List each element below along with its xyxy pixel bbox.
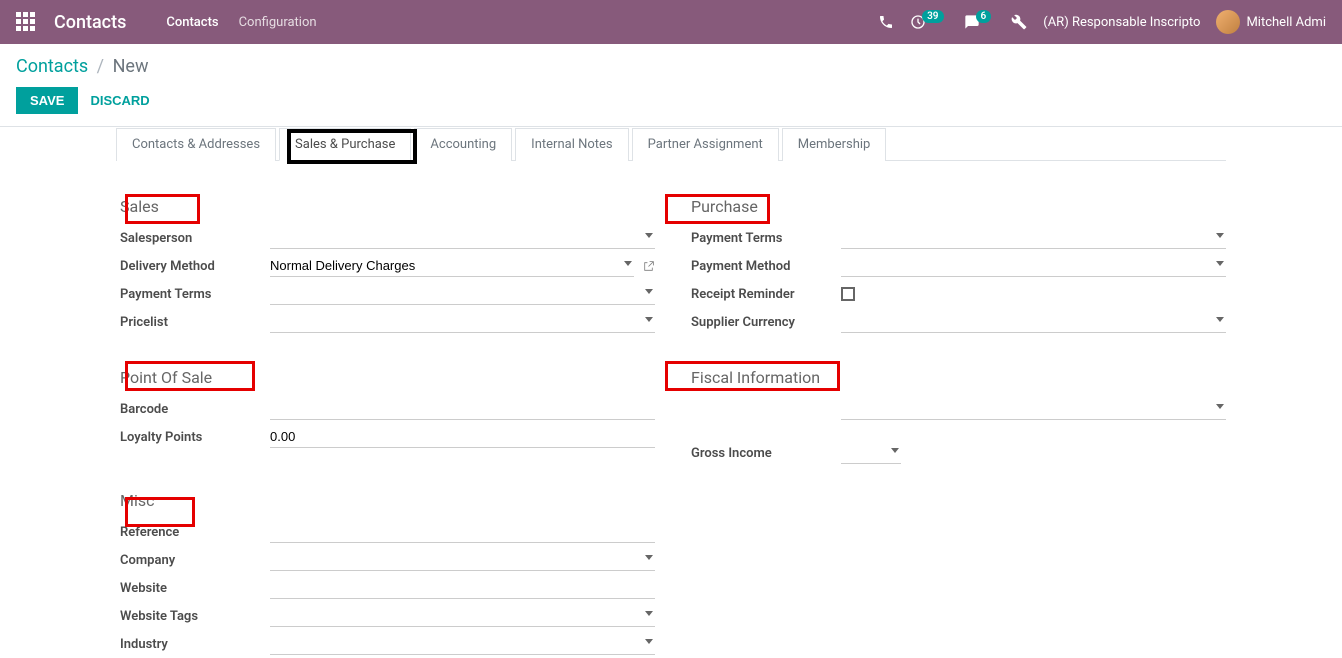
avatar-icon bbox=[1216, 10, 1240, 34]
user-menu[interactable]: Mitchell Admi bbox=[1216, 10, 1326, 34]
tab-partner-assignment[interactable]: Partner Assignment bbox=[632, 128, 779, 161]
payment-terms-purchase-label: Payment Terms bbox=[691, 231, 841, 246]
activity-badge: 39 bbox=[922, 10, 943, 23]
loyalty-label: Loyalty Points bbox=[120, 430, 270, 445]
loyalty-input[interactable] bbox=[270, 426, 655, 448]
discard-button[interactable]: Discard bbox=[90, 93, 149, 108]
industry-input[interactable] bbox=[270, 633, 655, 655]
website-input[interactable] bbox=[270, 577, 655, 599]
section-sales-title: Sales bbox=[116, 197, 655, 216]
activity-icon[interactable]: 39 bbox=[910, 14, 947, 30]
chat-icon[interactable]: 6 bbox=[964, 14, 996, 30]
payment-method-input[interactable] bbox=[841, 255, 1226, 277]
left-column: Sales Salesperson Delivery Method bbox=[116, 185, 655, 658]
reference-input[interactable] bbox=[270, 521, 655, 543]
top-navbar: Contacts Contacts Configuration 39 6 (AR… bbox=[0, 0, 1342, 44]
section-pos-title: Point Of Sale bbox=[116, 368, 655, 387]
receipt-reminder-label: Receipt Reminder bbox=[691, 287, 841, 302]
salesperson-input[interactable] bbox=[270, 227, 655, 249]
breadcrumb-root[interactable]: Contacts bbox=[16, 56, 88, 77]
website-label: Website bbox=[120, 581, 270, 596]
industry-label: Industry bbox=[120, 637, 270, 652]
supplier-currency-input[interactable] bbox=[841, 311, 1226, 333]
external-link-icon[interactable] bbox=[642, 260, 655, 273]
company-input[interactable] bbox=[270, 549, 655, 571]
gross-income-input[interactable] bbox=[841, 442, 901, 464]
website-tags-input[interactable] bbox=[270, 605, 655, 627]
payment-terms-sales-input[interactable] bbox=[270, 283, 655, 305]
fiscal-top-input[interactable] bbox=[841, 398, 1226, 420]
barcode-input[interactable] bbox=[270, 398, 655, 420]
payment-terms-purchase-input[interactable] bbox=[841, 227, 1226, 249]
user-name: Mitchell Admi bbox=[1246, 15, 1326, 30]
apps-icon[interactable] bbox=[16, 12, 36, 32]
breadcrumb-current: New bbox=[113, 56, 149, 77]
supplier-currency-label: Supplier Currency bbox=[691, 315, 841, 330]
delivery-method-label: Delivery Method bbox=[120, 259, 270, 274]
form-sheet: Contacts & Addresses Sales & Purchase Ac… bbox=[116, 127, 1226, 658]
tab-accounting[interactable]: Accounting bbox=[414, 128, 512, 161]
right-column: Purchase Payment Terms Payment Method bbox=[687, 185, 1226, 658]
delivery-method-input[interactable] bbox=[270, 255, 634, 277]
tab-bar: Contacts & Addresses Sales & Purchase Ac… bbox=[116, 127, 1226, 161]
tab-membership[interactable]: Membership bbox=[782, 128, 887, 161]
section-fiscal-title: Fiscal Information bbox=[687, 368, 1226, 387]
payment-method-label: Payment Method bbox=[691, 259, 841, 274]
payment-terms-sales-label: Payment Terms bbox=[120, 287, 270, 302]
company-label: Company bbox=[120, 553, 270, 568]
nav-link-configuration[interactable]: Configuration bbox=[239, 15, 317, 30]
debug-icon[interactable] bbox=[1011, 14, 1027, 30]
receipt-reminder-checkbox[interactable] bbox=[841, 287, 855, 301]
section-purchase-title: Purchase bbox=[687, 197, 1226, 216]
gross-income-label: Gross Income bbox=[691, 446, 841, 461]
phone-icon[interactable] bbox=[878, 14, 894, 30]
pricelist-label: Pricelist bbox=[120, 315, 270, 330]
tab-internal-notes[interactable]: Internal Notes bbox=[515, 128, 628, 161]
breadcrumb: Contacts / New bbox=[16, 56, 1326, 77]
save-button[interactable]: Save bbox=[16, 87, 78, 114]
salesperson-label: Salesperson bbox=[120, 231, 270, 246]
pricelist-input[interactable] bbox=[270, 311, 655, 333]
nav-right: 39 6 (AR) Responsable Inscripto Mitchell… bbox=[878, 10, 1326, 34]
nav-links: Contacts Configuration bbox=[166, 15, 316, 30]
reference-label: Reference bbox=[120, 525, 270, 540]
chat-badge: 6 bbox=[976, 10, 992, 23]
company-switcher[interactable]: (AR) Responsable Inscripto bbox=[1043, 15, 1200, 30]
tab-contacts-addresses[interactable]: Contacts & Addresses bbox=[116, 128, 276, 161]
barcode-label: Barcode bbox=[120, 402, 270, 417]
app-title: Contacts bbox=[54, 12, 126, 33]
control-panel: Contacts / New Save Discard bbox=[0, 44, 1342, 127]
nav-link-contacts[interactable]: Contacts bbox=[166, 15, 218, 30]
website-tags-label: Website Tags bbox=[120, 609, 270, 624]
tab-sales-purchase[interactable]: Sales & Purchase bbox=[279, 128, 411, 161]
section-misc-title: Misc bbox=[116, 491, 655, 510]
